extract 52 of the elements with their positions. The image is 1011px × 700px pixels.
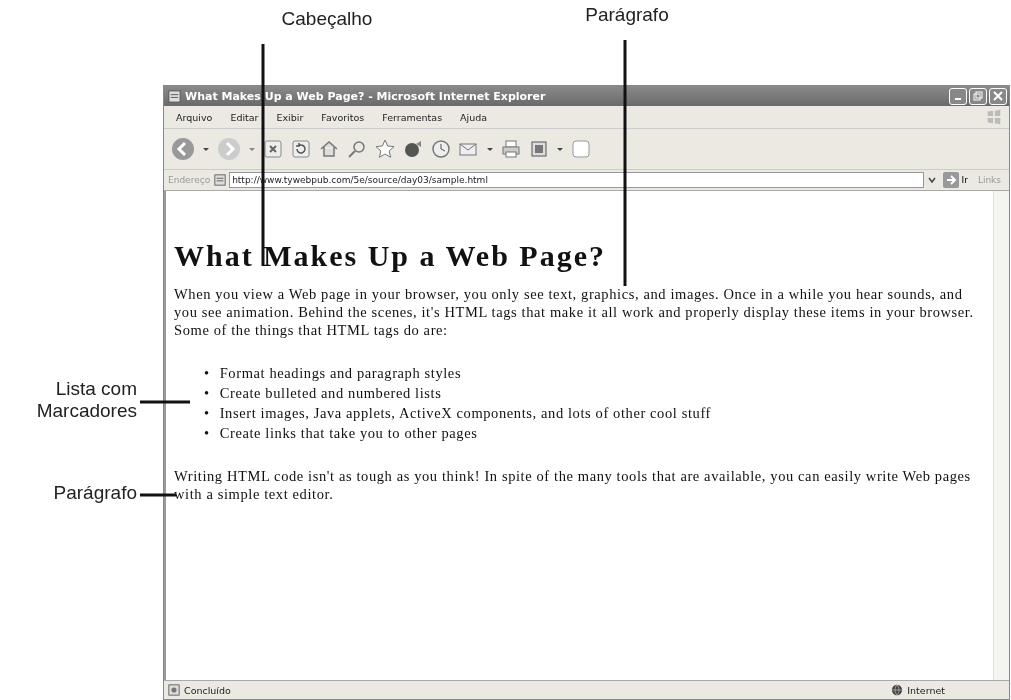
callout-label: Parágrafo bbox=[52, 482, 137, 504]
zone-text: Internet bbox=[907, 684, 945, 696]
leader-line bbox=[140, 493, 176, 497]
close-icon bbox=[993, 91, 1003, 101]
arrow-icon bbox=[942, 172, 959, 188]
menu-item[interactable]: Exibir bbox=[268, 109, 312, 125]
address-label: Endereço bbox=[168, 175, 211, 185]
bullet: • bbox=[204, 364, 210, 383]
status-text: Concluído bbox=[184, 684, 231, 696]
page-icon bbox=[214, 174, 227, 186]
go-button[interactable]: Ir bbox=[940, 172, 974, 188]
bullet: • bbox=[204, 404, 210, 423]
minimize-icon bbox=[955, 98, 961, 100]
dropdown-arrow-icon[interactable] bbox=[202, 145, 210, 153]
callout-label: Lista com Marcadores bbox=[35, 378, 137, 422]
menu-item[interactable]: Ajuda bbox=[452, 109, 496, 125]
list-item: Format headings and paragraph styles bbox=[219, 364, 462, 383]
refresh-button[interactable] bbox=[290, 138, 312, 160]
dropdown-arrow-icon[interactable] bbox=[556, 145, 564, 153]
globe-icon bbox=[891, 684, 904, 696]
star-button[interactable] bbox=[374, 138, 396, 160]
clock-button[interactable] bbox=[430, 138, 452, 160]
home-button[interactable] bbox=[318, 138, 340, 160]
paragraph: When you view a Web page in your browser, you only see text, graphics, and images. Once in a while you hear sounds, and you see animation. Behind the scenes, it's HTML tags that make it all work and properly display these items in your browser. Some of the things that HTML tags do are: bbox=[174, 285, 975, 339]
search-button[interactable] bbox=[346, 138, 368, 160]
list-item: Create bulleted and numbered lists bbox=[219, 384, 442, 403]
list-item: Create links that take you to other pages bbox=[219, 424, 478, 443]
scrollbar[interactable] bbox=[993, 191, 1009, 680]
list-item: Insert images, Java applets, ActiveX components, and lots of other cool stuff bbox=[219, 404, 711, 423]
menu-item[interactable]: Ferramentas bbox=[374, 109, 451, 125]
bullet: • bbox=[204, 384, 210, 403]
menu-item[interactable]: Editar bbox=[222, 109, 267, 125]
dropdown-arrow-icon[interactable] bbox=[486, 145, 494, 153]
windows-logo-icon bbox=[985, 108, 1003, 126]
minimize-button[interactable] bbox=[949, 87, 967, 105]
maximize-button[interactable] bbox=[969, 87, 987, 105]
page-heading: What Makes Up a Web Page? bbox=[174, 239, 607, 273]
callout-label: Cabeçalho bbox=[280, 8, 374, 30]
callout-label: Parágrafo bbox=[584, 4, 670, 26]
leader-line bbox=[140, 400, 190, 404]
stop-button[interactable] bbox=[262, 138, 284, 160]
menu-item[interactable]: Arquivo bbox=[168, 109, 221, 125]
restore-icon bbox=[973, 91, 983, 101]
back-button[interactable] bbox=[170, 136, 196, 162]
close-button[interactable] bbox=[989, 87, 1007, 105]
window-title: What Makes Up a Web Page? - Microsoft Internet Explorer bbox=[185, 89, 546, 103]
paragraph: Writing HTML code isn't as tough as you think! In spite of the many tools that are available, you can easily write Web pages with a simple text editor. bbox=[174, 467, 972, 503]
page-icon bbox=[168, 684, 180, 696]
menu-item[interactable]: Favoritos bbox=[313, 109, 373, 125]
bullet: • bbox=[204, 424, 210, 443]
page-icon bbox=[168, 89, 181, 103]
print-button[interactable] bbox=[500, 138, 522, 160]
